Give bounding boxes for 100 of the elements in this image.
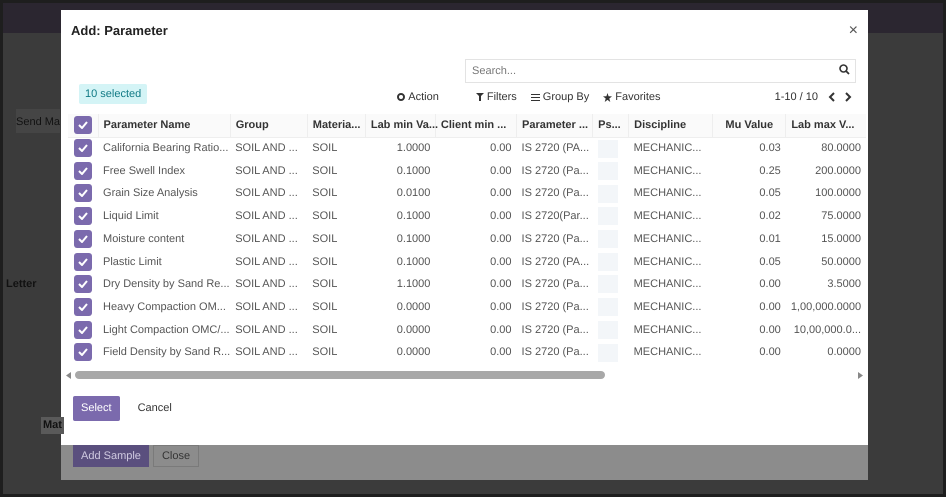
checkmark-icon bbox=[78, 166, 88, 175]
table-cell: 0.00 bbox=[490, 210, 512, 222]
column-header[interactable]: Ps... bbox=[592, 114, 629, 137]
checkbox[interactable] bbox=[74, 139, 92, 158]
toolbar-button[interactable]: Group By bbox=[530, 88, 590, 106]
table-cell: SOIL bbox=[312, 210, 338, 222]
table-cell: IS 2720 (PA... bbox=[522, 256, 590, 268]
column-header[interactable]: Discipline bbox=[628, 114, 713, 137]
checkbox[interactable] bbox=[74, 275, 92, 294]
checkbox[interactable] bbox=[74, 230, 92, 248]
table-cell: IS 2720 (PA... bbox=[522, 142, 590, 154]
table-cell: SOIL bbox=[312, 232, 338, 245]
table-cell: SOIL bbox=[312, 278, 338, 290]
table-cell: IS 2720 (Pa... bbox=[522, 346, 589, 358]
table-cell: 0.03 bbox=[759, 142, 781, 154]
close-button[interactable]: Close bbox=[152, 445, 200, 467]
select-button[interactable]: Select bbox=[73, 396, 120, 421]
table-cell: SOIL AND ... bbox=[235, 256, 298, 268]
table-cell: 1.1000 bbox=[396, 278, 430, 290]
toolbar-button[interactable]: Action bbox=[397, 88, 439, 106]
column-header[interactable]: Lab min Va... bbox=[365, 114, 436, 137]
table-cell: 0.05 bbox=[759, 187, 781, 200]
table-cell: IS 2720 (Pa... bbox=[522, 187, 589, 200]
table-cell: 0.00 bbox=[490, 324, 512, 336]
horizontal-scrollbar[interactable] bbox=[66, 370, 863, 381]
table-cell: 1.0000 bbox=[396, 142, 430, 154]
table-cell: 0.1000 bbox=[396, 232, 430, 245]
table-cell: 80.0000 bbox=[821, 142, 861, 154]
close-button[interactable]: × bbox=[848, 23, 858, 39]
table-cell: 0.00 bbox=[490, 164, 512, 177]
table-cell: 0.00 bbox=[490, 300, 512, 313]
table-cell: 0.0100 bbox=[396, 187, 430, 200]
checkbox[interactable] bbox=[74, 184, 92, 202]
checkmark-icon bbox=[78, 234, 88, 243]
table-cell: 0.05 bbox=[759, 256, 781, 268]
table-cell: IS 2720 (Pa... bbox=[522, 164, 589, 177]
table-cell: SOIL AND ... bbox=[235, 300, 298, 313]
table-cell: 0.0000 bbox=[396, 324, 430, 336]
chevron-right-icon bbox=[845, 92, 852, 102]
chevron-left-icon bbox=[828, 92, 835, 102]
table-cell: IS 2720 (Pa... bbox=[522, 278, 589, 290]
next-button[interactable] bbox=[845, 92, 852, 102]
table-cell: MECHANIC... bbox=[634, 210, 702, 222]
search-field[interactable]: Search... bbox=[465, 59, 856, 83]
table-cell: SOIL AND ... bbox=[235, 187, 298, 200]
table-cell: 0.1000 bbox=[396, 210, 430, 222]
checkbox[interactable] bbox=[74, 343, 92, 362]
checkbox[interactable] bbox=[74, 252, 92, 271]
table-cell: 0.02 bbox=[759, 210, 781, 222]
checkmark-icon bbox=[78, 189, 88, 198]
column-header[interactable]: Group bbox=[230, 114, 308, 137]
checkmark-icon bbox=[78, 144, 88, 152]
checkbox[interactable] bbox=[74, 298, 92, 316]
table-cell: SOIL AND ... bbox=[235, 164, 298, 177]
table-cell: 0.0000 bbox=[396, 346, 430, 358]
add-sample-button[interactable]: Add Sample bbox=[73, 445, 149, 467]
column-header[interactable]: Materia... bbox=[307, 114, 366, 137]
table-cell: 0.1000 bbox=[396, 256, 430, 268]
checkmark-icon bbox=[78, 302, 88, 311]
previous-button[interactable] bbox=[828, 92, 835, 102]
table-cell: Moisture content bbox=[103, 232, 184, 245]
table-cell: 0.00 bbox=[759, 346, 781, 358]
column-header[interactable]: Parameter ... bbox=[516, 114, 593, 137]
table-cell: MECHANIC... bbox=[634, 278, 702, 290]
table-cell: 3.5000 bbox=[827, 278, 861, 290]
table-cell: SOIL AND ... bbox=[235, 324, 298, 336]
table-cell: SOIL AND ... bbox=[235, 346, 298, 358]
table-cell: SOIL bbox=[312, 142, 338, 154]
column-header[interactable]: Parameter Name bbox=[98, 114, 230, 137]
table-cell: 1,00,000.0000 bbox=[790, 300, 862, 313]
checkbox[interactable] bbox=[74, 207, 92, 226]
checkmark-icon bbox=[78, 121, 88, 129]
checkbox[interactable] bbox=[74, 162, 92, 180]
scrollbar-thumb[interactable] bbox=[75, 371, 605, 380]
pager-text: 1-10 / 10 bbox=[774, 90, 818, 105]
table-cell: Dry Density by Sand Re... bbox=[103, 278, 230, 290]
checkmark-icon bbox=[78, 348, 88, 356]
table-cell: IS 2720 (Pa... bbox=[522, 232, 589, 245]
scroll-left-icon bbox=[66, 372, 71, 379]
table-cell: Heavy Compaction OM... bbox=[103, 300, 226, 313]
table-cell: 15.0000 bbox=[821, 232, 861, 245]
table-cell: MECHANIC... bbox=[634, 300, 702, 313]
table-cell: 0.00 bbox=[490, 187, 512, 200]
toolbar-button[interactable]: Filters bbox=[476, 88, 517, 106]
table-cell: Field Density by Sand R... bbox=[103, 346, 230, 358]
selection-badge: 10 selected bbox=[79, 84, 148, 104]
column-header[interactable]: Lab max V... bbox=[786, 114, 866, 137]
table-cell: 0.00 bbox=[490, 232, 512, 245]
toolbar-button[interactable]: Favorites bbox=[603, 88, 661, 106]
column-header[interactable]: Mu Value bbox=[712, 114, 786, 137]
search-icon bbox=[839, 64, 850, 75]
checkbox[interactable] bbox=[74, 320, 92, 339]
table-cell: MECHANIC... bbox=[634, 187, 702, 200]
table-cell: MECHANIC... bbox=[634, 346, 702, 358]
cancel-button[interactable]: Cancel bbox=[130, 396, 180, 421]
table-cell: MECHANIC... bbox=[634, 256, 702, 268]
checkbox[interactable] bbox=[74, 116, 92, 134]
table-cell: 100.0000 bbox=[815, 187, 861, 200]
table-cell: MECHANIC... bbox=[634, 324, 702, 336]
table-cell: SOIL bbox=[312, 187, 338, 200]
